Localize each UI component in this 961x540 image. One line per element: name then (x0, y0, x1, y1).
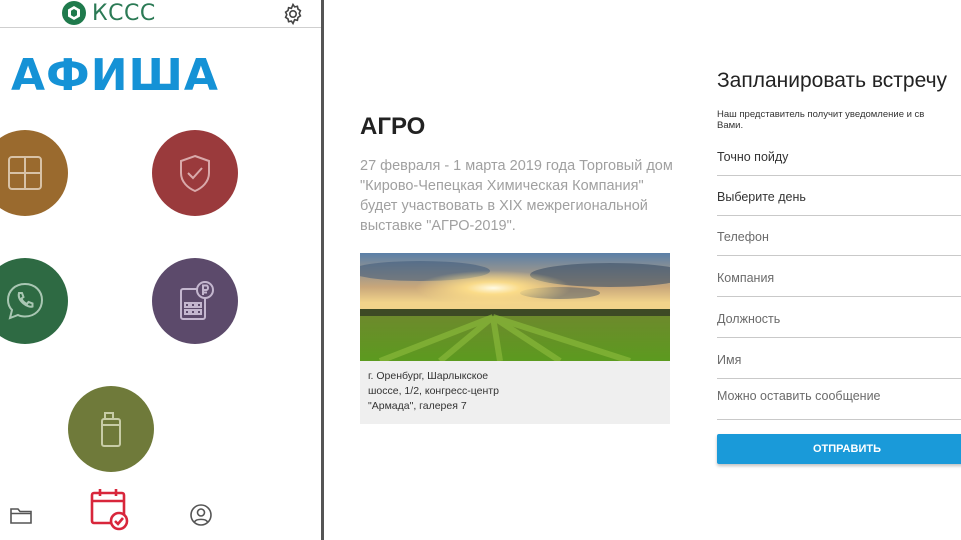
name-field[interactable]: Имя (717, 353, 961, 379)
event-photo (360, 253, 670, 361)
folder-icon (10, 508, 32, 524)
logo-text: КССС (92, 0, 156, 26)
tile-products[interactable] (68, 386, 154, 472)
event-title: АГРО (360, 113, 426, 140)
top-bar: КССС (0, 0, 322, 28)
form-note-line: Наш представитель получит уведомление и … (717, 109, 925, 120)
profile-icon (190, 504, 212, 526)
phone-panel: КССС АФИША (0, 0, 322, 540)
caption-line: г. Оренбург, Шарлыкское (368, 370, 489, 382)
attendance-select[interactable]: Точно пойду (717, 150, 961, 176)
grid-icon (8, 156, 42, 190)
submit-button[interactable]: ОТПРАВИТЬ (717, 434, 961, 464)
caption-line: "Армада", галерея 7 (368, 400, 467, 412)
form-note: Наш представитель получит уведомление и … (717, 109, 961, 131)
caption-line: шоссе, 1/2, конгресс-центр (368, 385, 499, 397)
bottom-nav (0, 485, 322, 540)
nav-documents[interactable] (8, 503, 34, 527)
gear-icon[interactable] (281, 2, 305, 26)
panel-divider (321, 0, 324, 540)
calendar-check-icon (90, 489, 129, 531)
tile-catalog[interactable] (0, 130, 68, 216)
event-caption: г. Оренбург, Шарлыкское шоссе, 1/2, конг… (360, 361, 670, 424)
shield-check-icon (180, 154, 210, 193)
company-field[interactable]: Компания (717, 271, 961, 297)
form-title: Запланировать встречу (717, 69, 948, 92)
tile-calculator[interactable] (152, 258, 238, 344)
nav-profile[interactable] (188, 502, 214, 528)
day-select[interactable]: Выберите день (717, 190, 961, 216)
nav-calendar[interactable] (89, 487, 131, 531)
logo-mark-icon (62, 1, 86, 25)
position-field[interactable]: Должность (717, 312, 961, 338)
page-title: АФИША (11, 50, 219, 101)
message-field[interactable]: Можно оставить сообщение (717, 389, 961, 420)
phone-chat-icon (6, 282, 44, 320)
tile-contacts[interactable] (0, 258, 68, 344)
calculator-ruble-icon (180, 281, 214, 320)
logo: КССС (62, 0, 156, 26)
phone-field[interactable]: Телефон (717, 230, 961, 256)
tile-safety[interactable] (152, 130, 238, 216)
form-note-line: Вами. (717, 120, 744, 131)
event-description: 27 февраля - 1 марта 2019 года Торговый … (360, 158, 673, 234)
canister-icon (101, 412, 121, 447)
app-screen: КССС АФИША АГРО 27 февраля - 1 марта 201… (0, 0, 961, 540)
